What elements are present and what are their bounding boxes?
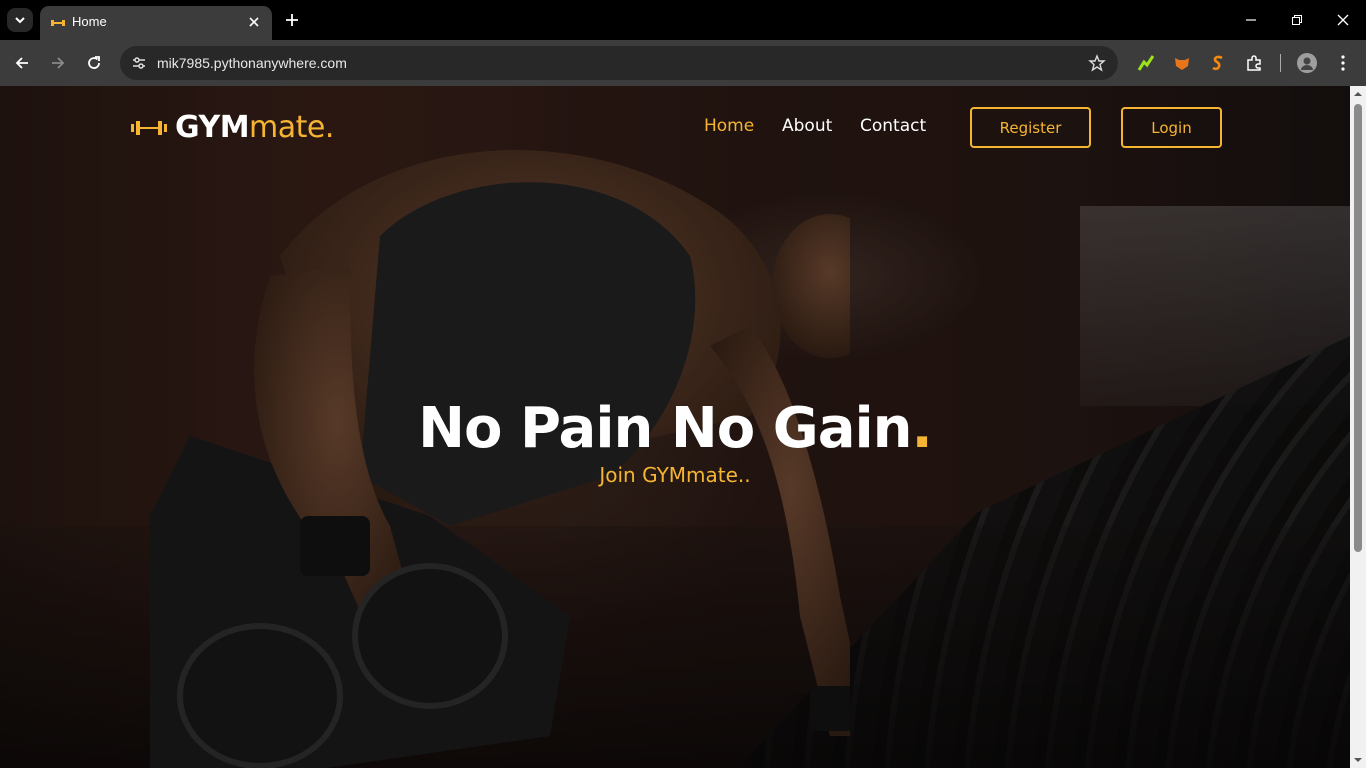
star-icon[interactable]	[1088, 54, 1106, 72]
minimize-button[interactable]	[1231, 6, 1271, 34]
tab-search-button[interactable]	[7, 8, 33, 32]
profile-avatar[interactable]	[1297, 53, 1317, 73]
new-tab-button[interactable]	[281, 9, 303, 31]
chart-extension-icon	[1137, 55, 1155, 71]
hero-title: No Pain No Gain.	[0, 396, 1350, 461]
tab-strip: Home	[0, 0, 1366, 40]
more-vert-icon	[1341, 55, 1345, 71]
close-icon	[249, 17, 259, 27]
minimize-icon	[1246, 19, 1256, 21]
site-logo[interactable]: GYM mate.	[131, 110, 334, 145]
login-button[interactable]: Login	[1121, 107, 1222, 148]
scrollbar-thumb[interactable]	[1354, 104, 1362, 552]
avatar-icon	[1297, 53, 1317, 73]
forward-button[interactable]	[44, 49, 72, 77]
logo-text-mate: mate.	[249, 110, 334, 145]
hero-subtitle: Join GYMmate..	[599, 463, 751, 487]
address-bar[interactable]: mik7985.pythonanywhere.com	[120, 46, 1118, 80]
scroll-up-icon[interactable]	[1354, 90, 1362, 98]
page-scrollbar[interactable]	[1350, 86, 1366, 768]
reload-button[interactable]	[80, 49, 108, 77]
tab-title: Home	[72, 14, 107, 29]
chevron-down-icon	[15, 17, 25, 24]
extension-s-icon[interactable]	[1208, 53, 1228, 73]
tab-home[interactable]: Home	[40, 6, 272, 40]
page-viewport: GYM mate. Home About Contact Register Lo…	[0, 86, 1350, 768]
nav-link-contact[interactable]: Contact	[860, 116, 926, 136]
tune-icon[interactable]	[130, 54, 148, 72]
scroll-down-icon[interactable]	[1354, 756, 1362, 764]
extensions-button[interactable]	[1244, 53, 1264, 73]
extension-chart-icon[interactable]	[1136, 53, 1156, 73]
tab-close-button[interactable]	[244, 12, 264, 32]
toolbar-divider	[1280, 54, 1281, 72]
nav-link-about[interactable]: About	[782, 116, 832, 136]
reload-icon	[88, 56, 100, 69]
extension-fox-icon[interactable]	[1172, 53, 1192, 73]
close-window-button[interactable]	[1323, 6, 1363, 34]
hero-title-dot: .	[911, 396, 933, 461]
browser-menu-button[interactable]	[1333, 53, 1353, 73]
s-extension-icon	[1212, 55, 1223, 71]
restore-button[interactable]	[1277, 6, 1317, 34]
logo-text-gym: GYM	[175, 110, 250, 145]
arrow-left-icon	[15, 57, 28, 69]
puzzle-icon	[1247, 55, 1261, 71]
arrow-right-icon	[52, 57, 65, 69]
nav-link-home[interactable]: Home	[704, 116, 754, 136]
back-button[interactable]	[8, 49, 36, 77]
fox-extension-icon	[1175, 58, 1189, 70]
url-text[interactable]: mik7985.pythonanywhere.com	[157, 55, 347, 71]
close-icon	[1337, 14, 1349, 26]
restore-icon	[1292, 15, 1302, 25]
browser-toolbar: mik7985.pythonanywhere.com	[0, 40, 1366, 86]
register-button[interactable]: Register	[970, 107, 1091, 148]
hero-title-text: No Pain No Gain	[418, 396, 912, 461]
favicon-icon	[51, 20, 65, 26]
plus-icon	[286, 14, 298, 26]
dumbbell-icon	[131, 120, 167, 135]
